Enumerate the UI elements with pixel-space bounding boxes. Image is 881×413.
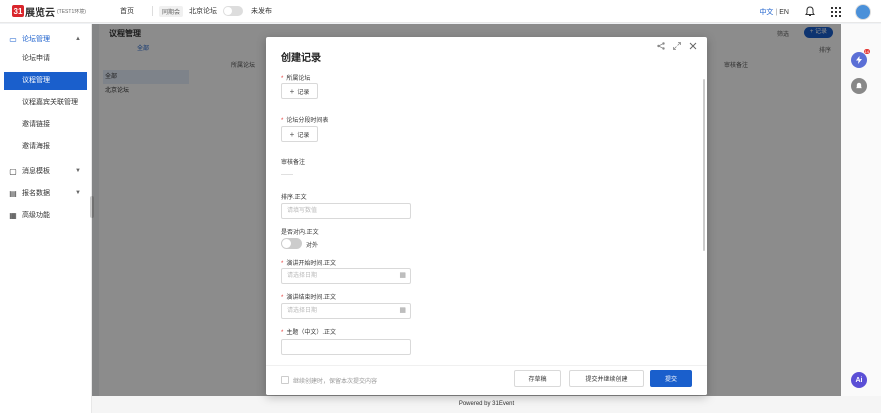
sidebar-item-forum-application[interactable]: 论坛申请 — [0, 50, 91, 68]
message-icon: ▢ — [9, 166, 17, 176]
segment-label-text: 论坛分段时间表 — [286, 118, 329, 124]
dialog-footer: 继续创建时，保留本次提交内容 存草稿 提交并继续创建 提交 — [266, 365, 707, 395]
sidebar-item-agenda-management[interactable]: 议程管理 — [4, 72, 87, 90]
save-draft-button[interactable]: 存草稿 — [514, 370, 561, 387]
chevron-down-icon: ▼ — [75, 168, 81, 174]
plus-icon: + — [289, 129, 295, 139]
home-link[interactable]: 首页 — [120, 6, 134, 16]
order-field-label: 排序.正文 — [281, 195, 307, 201]
required-mark: * — [281, 330, 284, 336]
plus-icon: + — [289, 86, 295, 96]
end-time-field-label: * 演讲结束时间.正文 — [281, 292, 336, 301]
notification-count: 14 — [863, 49, 870, 54]
close-icon[interactable] — [689, 42, 697, 52]
start-time-field-label: * 演讲开始时间.正文 — [281, 258, 336, 267]
left-sidebar: ▭ 论坛管理 ▲ 论坛申请 议程管理 议程嘉宾关联管理 邀请链接 邀请海报 ▢ … — [0, 24, 92, 413]
topic-label-text: 主题（中文）.正文 — [286, 330, 337, 336]
sidebar-group-message-templates[interactable]: ▢ 消息模板 ▼ — [0, 160, 91, 182]
order-input[interactable]: 请填写数值 — [281, 203, 411, 219]
sidebar-group-registration-data[interactable]: ▤ 报名数据 ▼ — [0, 182, 91, 204]
top-right-tools: 中文 | EN — [759, 0, 871, 23]
brand-logo[interactable]: 31 展览云 (TEST1环境) — [12, 4, 100, 19]
dialog-title: 创建记录 — [281, 53, 321, 64]
external-toggle-text: 对外 — [306, 243, 319, 249]
lang-zh[interactable]: 中文 — [759, 9, 773, 16]
sidebar-group-advanced[interactable]: ▦ 高级功能 — [0, 204, 91, 226]
language-switch: 中文 | EN — [759, 7, 789, 17]
ai-assistant-button[interactable]: Ai — [851, 372, 867, 388]
external-toggle[interactable] — [281, 238, 302, 249]
review-field-label: 审核备注 — [281, 160, 306, 166]
nav-divider — [152, 6, 153, 16]
top-nav: 首页 同期会 北京论坛 未发布 — [120, 5, 273, 17]
forum-field-label: * 所属论坛 — [281, 73, 310, 82]
notification-badge-icon[interactable]: 14 — [851, 49, 870, 68]
grid-icon: ▦ — [9, 210, 17, 220]
submit-and-continue-button[interactable]: 提交并继续创建 — [569, 370, 644, 387]
lang-en[interactable]: EN — [779, 9, 789, 16]
forum-label-text: 所属论坛 — [286, 76, 311, 82]
logo-mark: 31 — [12, 5, 24, 17]
external-field-label: 是否对内.正文 — [281, 230, 319, 236]
keep-content-label: 继续创建时，保留本次提交内容 — [293, 379, 378, 385]
expand-icon[interactable] — [673, 42, 681, 52]
add-record-label: 记录 — [297, 89, 310, 96]
topic-input[interactable] — [281, 339, 411, 355]
required-mark: * — [281, 118, 284, 124]
sidebar-item-agenda-guest-link[interactable]: 议程嘉宾关联管理 — [0, 94, 91, 112]
sidebar-group-forum-management[interactable]: ▭ 论坛管理 ▲ — [0, 28, 91, 50]
required-mark: * — [281, 295, 284, 301]
calendar-icon: ▦ — [399, 307, 406, 314]
share-icon[interactable] — [657, 42, 665, 52]
sidebar-item-invite-poster[interactable]: 邀请海报 — [0, 138, 91, 156]
publish-status: 未发布 — [251, 8, 273, 15]
required-mark: * — [281, 76, 284, 82]
add-record-label: 记录 — [297, 132, 310, 139]
keep-content-checkbox[interactable] — [281, 376, 289, 384]
required-mark: * — [281, 261, 284, 267]
dialog-tools — [649, 42, 697, 52]
forum-name[interactable]: 北京论坛 — [189, 6, 217, 16]
add-forum-record-button[interactable]: + 记录 — [281, 83, 318, 99]
environment-label: (TEST1环境) — [57, 8, 86, 15]
sidebar-group-label: 报名数据 — [22, 190, 50, 197]
page-footer: Powered by 31Event — [92, 396, 881, 413]
top-bar: 31 展览云 (TEST1环境) 首页 同期会 北京论坛 未发布 中文 | EN — [0, 0, 881, 23]
sidebar-group-label: 高级功能 — [22, 212, 50, 219]
dialog-scrollbar[interactable] — [703, 79, 705, 251]
publish-toggle[interactable] — [223, 6, 244, 16]
segment-field-label: * 论坛分段时间表 — [281, 115, 328, 124]
chevron-down-icon: ▼ — [75, 190, 81, 196]
apps-grid-icon[interactable] — [829, 5, 843, 19]
sidebar-group-label: 消息模板 — [22, 168, 50, 175]
topic-field-label: * 主题（中文）.正文 — [281, 327, 336, 336]
submit-button[interactable]: 提交 — [650, 370, 692, 387]
bell-icon[interactable] — [851, 78, 867, 94]
calendar-icon: ▦ — [399, 272, 406, 279]
end-label-text: 演讲结束时间.正文 — [286, 295, 337, 301]
start-label-text: 演讲开始时间.正文 — [286, 261, 337, 267]
create-record-dialog: 创建记录 * 所属论坛 + 记录 * 论坛分段时间表 + 记录 审核备注 —— 排序.正… — [266, 37, 707, 395]
bell-icon[interactable] — [803, 5, 817, 19]
sidebar-item-invite-link[interactable]: 邀请链接 — [0, 116, 91, 134]
user-avatar[interactable] — [855, 3, 871, 20]
monitor-icon: ▭ — [9, 34, 17, 44]
event-type-tag: 同期会 — [159, 5, 184, 17]
start-time-placeholder: 请选择日期 — [287, 273, 318, 279]
review-value: —— — [281, 172, 293, 178]
clipboard-icon: ▤ — [9, 188, 17, 198]
start-time-picker[interactable]: 请选择日期 ▦ — [281, 268, 411, 284]
chevron-up-icon: ▲ — [75, 36, 81, 42]
end-time-picker[interactable]: 请选择日期 ▦ — [281, 303, 411, 319]
sidebar-group-label: 论坛管理 — [22, 36, 50, 43]
right-rail: 14 Ai — [841, 24, 881, 396]
add-segment-record-button[interactable]: + 记录 — [281, 126, 318, 142]
logo-text: 展览云 — [25, 7, 55, 19]
lang-separator: | — [775, 8, 778, 16]
end-time-placeholder: 请选择日期 — [287, 308, 318, 314]
